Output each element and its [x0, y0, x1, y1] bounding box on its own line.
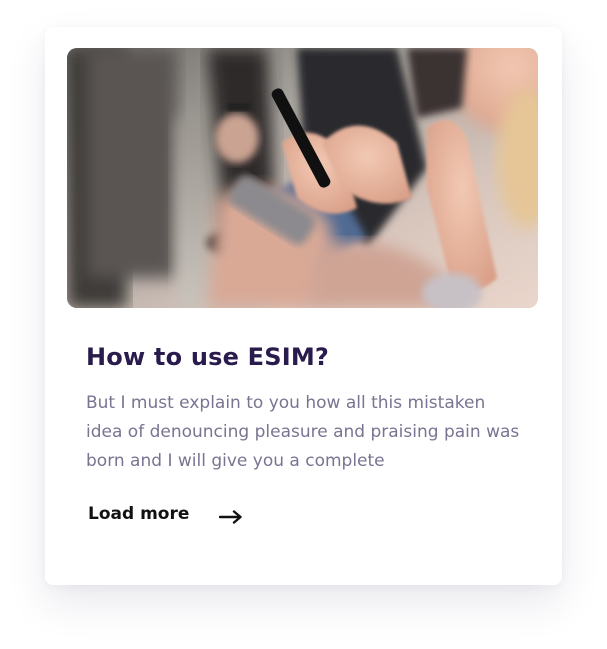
- phone-users-photo: [67, 48, 538, 308]
- card-excerpt: But I must explain to you how all this m…: [86, 393, 520, 471]
- load-more-label: Load more: [88, 504, 190, 524]
- load-more-link[interactable]: Load more: [88, 504, 243, 524]
- arrow-right-icon: [219, 510, 243, 524]
- card-title: How to use ESIM?: [86, 343, 330, 371]
- blog-card: How to use ESIM? But I must explain to y…: [45, 27, 562, 585]
- card-image[interactable]: [67, 48, 538, 308]
